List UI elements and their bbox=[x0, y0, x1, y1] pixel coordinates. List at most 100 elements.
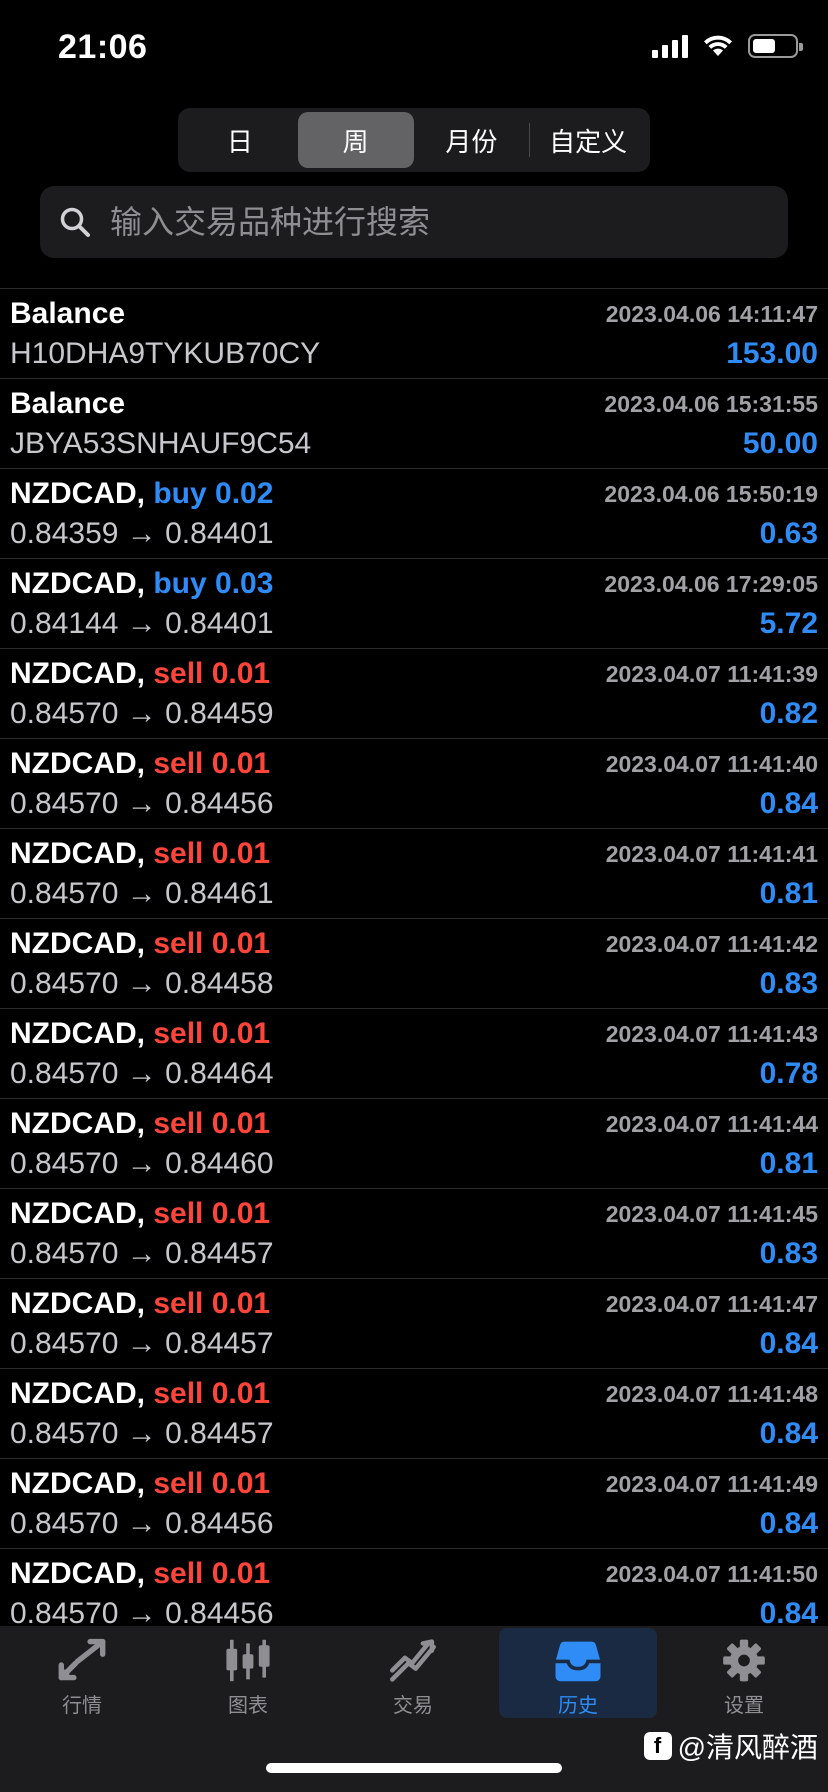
row-time: 2023.04.06 15:31:55 bbox=[604, 391, 818, 417]
history-row[interactable]: NZDCAD, sell 0.01 0.84570 → 0.84461 2023.0… bbox=[0, 829, 828, 919]
history-row[interactable]: NZDCAD, sell 0.01 0.84570 → 0.84456 2023.0… bbox=[0, 1459, 828, 1549]
row-detail: 0.84570 → 0.84457 bbox=[10, 1327, 274, 1360]
row-side: sell 0.01 bbox=[153, 1287, 271, 1320]
row-symbol: NZDCAD, bbox=[10, 567, 145, 600]
cellular-signal-icon bbox=[652, 34, 688, 58]
history-row[interactable]: NZDCAD, sell 0.01 0.84570 → 0.84464 2023.0… bbox=[0, 1009, 828, 1099]
row-detail: H10DHA9TYKUB70CY bbox=[10, 337, 321, 370]
row-detail: 0.84359 → 0.84401 bbox=[10, 517, 274, 550]
row-title: Balance bbox=[10, 297, 125, 331]
row-profit: 0.82 bbox=[759, 697, 818, 730]
segment-day[interactable]: 日 bbox=[182, 112, 298, 168]
search-bar[interactable] bbox=[40, 186, 788, 258]
history-list: Balance H10DHA9TYKUB70CY 2023.04.06 14:11:… bbox=[0, 288, 828, 1626]
history-row[interactable]: NZDCAD, sell 0.01 0.84570 → 0.84457 2023.0… bbox=[0, 1189, 828, 1279]
tab-label: 交易 bbox=[393, 1695, 433, 1717]
row-side: buy 0.03 bbox=[153, 567, 274, 600]
history-row[interactable]: NZDCAD, sell 0.01 0.84570 → 0.84459 2023.0… bbox=[0, 649, 828, 739]
row-symbol: NZDCAD, bbox=[10, 1017, 145, 1050]
row-profit: 0.84 bbox=[759, 1327, 818, 1360]
history-row[interactable]: Balance H10DHA9TYKUB70CY 2023.04.06 14:11:… bbox=[0, 289, 828, 379]
history-icon bbox=[555, 1641, 601, 1682]
tab-quotes[interactable]: 行情 bbox=[3, 1628, 161, 1718]
row-profit: 0.81 bbox=[759, 877, 818, 910]
history-row[interactable]: NZDCAD, sell 0.01 0.84570 → 0.84460 2023.0… bbox=[0, 1099, 828, 1189]
history-row[interactable]: NZDCAD, sell 0.01 0.84570 → 0.84457 2023.0… bbox=[0, 1279, 828, 1369]
status-bar: 21:06 bbox=[0, 0, 828, 100]
row-time: 2023.04.07 11:41:40 bbox=[605, 751, 818, 777]
row-detail: JBYA53SNHAUF9C54 bbox=[10, 427, 312, 460]
row-profit: 0.83 bbox=[759, 1237, 818, 1270]
row-time: 2023.04.07 11:41:42 bbox=[605, 931, 818, 957]
row-side: sell 0.01 bbox=[153, 1467, 271, 1500]
row-symbol: NZDCAD, bbox=[10, 837, 145, 870]
row-profit: 5.72 bbox=[759, 607, 818, 640]
quotes-icon bbox=[58, 1638, 106, 1681]
row-detail: 0.84570 → 0.84464 bbox=[10, 1057, 274, 1090]
row-time: 2023.04.07 11:41:45 bbox=[605, 1201, 818, 1227]
tab-chart[interactable]: 图表 bbox=[169, 1628, 327, 1718]
row-title: NZDCAD, sell 0.01 bbox=[10, 837, 270, 871]
row-time: 2023.04.07 11:41:43 bbox=[605, 1021, 818, 1047]
row-detail: 0.84570 → 0.84461 bbox=[10, 877, 274, 910]
row-title: NZDCAD, sell 0.01 bbox=[10, 927, 270, 961]
segment-week[interactable]: 周 bbox=[297, 112, 414, 168]
row-title: NZDCAD, sell 0.01 bbox=[10, 1287, 270, 1321]
status-time: 21:06 bbox=[58, 28, 148, 66]
tab-trade[interactable]: 交易 bbox=[334, 1628, 492, 1718]
row-detail: 0.84570 → 0.84456 bbox=[10, 1507, 274, 1540]
row-symbol: Balance bbox=[10, 387, 126, 420]
history-row[interactable]: NZDCAD, buy 0.03 0.84144 → 0.84401 2023.04… bbox=[0, 559, 828, 649]
home-indicator[interactable] bbox=[266, 1763, 562, 1773]
row-profit: 0.63 bbox=[759, 517, 818, 550]
row-time: 2023.04.07 11:41:41 bbox=[605, 841, 818, 867]
row-detail: 0.84570 → 0.84457 bbox=[10, 1417, 274, 1450]
row-profit: 0.84 bbox=[759, 1417, 818, 1450]
battery-icon bbox=[748, 34, 803, 58]
history-row[interactable]: NZDCAD, sell 0.01 0.84570 → 0.84456 2023.0… bbox=[0, 739, 828, 829]
tab-label: 设置 bbox=[724, 1695, 764, 1717]
row-profit: 0.83 bbox=[759, 967, 818, 1000]
row-detail: 0.84570 → 0.84459 bbox=[10, 697, 274, 730]
segment-custom[interactable]: 自定义 bbox=[530, 112, 646, 168]
row-profit: 0.84 bbox=[759, 1597, 818, 1626]
row-title: NZDCAD, sell 0.01 bbox=[10, 1017, 270, 1051]
row-detail: 0.84570 → 0.84456 bbox=[10, 1597, 274, 1626]
row-symbol: NZDCAD, bbox=[10, 1107, 145, 1140]
segment-month[interactable]: 月份 bbox=[414, 112, 530, 168]
row-side: sell 0.01 bbox=[153, 1197, 271, 1230]
weibo-logo-icon: f bbox=[643, 1732, 672, 1760]
row-time: 2023.04.07 11:41:47 bbox=[605, 1291, 818, 1317]
search-input[interactable] bbox=[110, 203, 770, 241]
row-title: NZDCAD, sell 0.01 bbox=[10, 1197, 270, 1231]
row-time: 2023.04.07 11:41:48 bbox=[605, 1381, 818, 1407]
history-row[interactable]: NZDCAD, buy 0.02 0.84359 → 0.84401 2023.04… bbox=[0, 469, 828, 559]
row-title: NZDCAD, sell 0.01 bbox=[10, 747, 270, 781]
row-detail: 0.84570 → 0.84456 bbox=[10, 787, 274, 820]
row-side: sell 0.01 bbox=[153, 927, 271, 960]
row-title: NZDCAD, sell 0.01 bbox=[10, 1557, 270, 1591]
row-title: NZDCAD, sell 0.01 bbox=[10, 1377, 270, 1411]
history-row[interactable]: Balance JBYA53SNHAUF9C54 2023.04.06 15:31:… bbox=[0, 379, 828, 469]
history-row[interactable]: NZDCAD, sell 0.01 0.84570 → 0.84457 2023.0… bbox=[0, 1369, 828, 1459]
tab-history[interactable]: 历史 bbox=[499, 1628, 657, 1718]
history-row[interactable]: NZDCAD, sell 0.01 0.84570 → 0.84458 2023.0… bbox=[0, 919, 828, 1009]
row-symbol: NZDCAD, bbox=[10, 477, 145, 510]
settings-icon bbox=[723, 1639, 765, 1682]
row-title: NZDCAD, sell 0.01 bbox=[10, 1107, 270, 1141]
row-profit: 153.00 bbox=[726, 337, 818, 370]
row-time: 2023.04.06 17:29:05 bbox=[604, 571, 818, 597]
row-time: 2023.04.06 14:11:47 bbox=[605, 301, 818, 327]
row-title: NZDCAD, buy 0.02 bbox=[10, 477, 273, 511]
history-row[interactable]: NZDCAD, sell 0.01 0.84570 → 0.84456 2023.0… bbox=[0, 1549, 828, 1626]
row-profit: 50.00 bbox=[742, 427, 818, 460]
tab-settings[interactable]: 设置 bbox=[665, 1628, 823, 1718]
row-profit: 0.84 bbox=[759, 1507, 818, 1540]
tab-label: 图表 bbox=[228, 1695, 268, 1717]
row-title: NZDCAD, buy 0.03 bbox=[10, 567, 273, 601]
row-side: sell 0.01 bbox=[153, 837, 271, 870]
row-detail: 0.84144 → 0.84401 bbox=[10, 607, 274, 640]
status-icons bbox=[652, 34, 803, 58]
row-time: 2023.04.07 11:41:44 bbox=[605, 1111, 818, 1137]
tab-label: 历史 bbox=[558, 1695, 598, 1717]
